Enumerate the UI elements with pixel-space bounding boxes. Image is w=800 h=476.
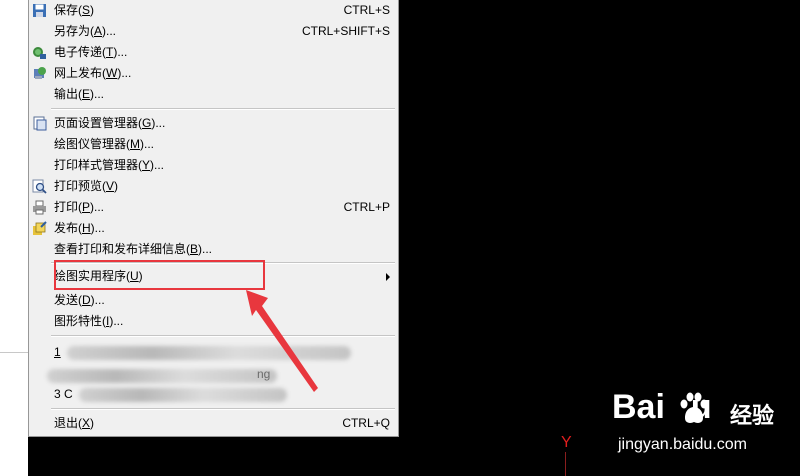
ucs-y-axis-line: [565, 452, 566, 476]
y-axis-label: Y: [561, 434, 572, 451]
baidu-jingyan-watermark: Bai u 经验 jingyan.baidu.com: [612, 388, 792, 468]
watermark-url: jingyan.baidu.com: [618, 436, 747, 453]
paw-logo-icon: [680, 392, 708, 423]
watermark-jingyan: 经验: [730, 404, 775, 429]
